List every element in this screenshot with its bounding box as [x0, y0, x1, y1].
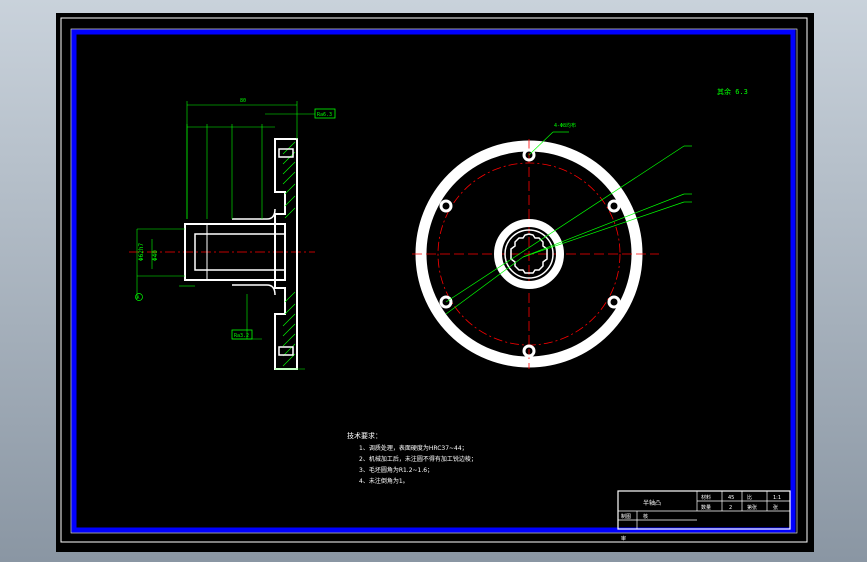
title-bottom-label: 审: [621, 535, 626, 542]
title-qty-label: 数量: [701, 504, 711, 511]
roughness-note: 其余 6.3: [717, 87, 748, 96]
fillet-top: [266, 208, 276, 220]
bolt-hole-left-upper: [439, 199, 453, 213]
dimension-lines: [136, 101, 315, 370]
title-block: 半轴凸 材料 45 比 1:1 数量 2 第张 张 制图 核 审: [617, 490, 791, 542]
technical-requirements: 技术要求： 1、调质处理，表面硬度为HRC37~44； 2、机械加工后，未注圆不…: [347, 431, 477, 485]
datum-letter: A: [137, 295, 140, 300]
bolt-hole-right-upper: [607, 199, 621, 213]
hole-callout: 4-Φ8均布: [554, 122, 576, 129]
outer-frame: [60, 17, 808, 543]
cad-drawing-viewport[interactable]: Ra6.3 Ra3.2 80 Φ62h7 Φ40 A 4-Φ8均布 其余 6.3…: [56, 13, 814, 552]
title-scale-value: 1:1: [773, 495, 781, 501]
title-drawn-label: 制图: [621, 513, 631, 520]
bolt-hole-right-lower: [607, 295, 621, 309]
tech-req-item-4: 4、未注倒角为1。: [359, 477, 409, 485]
title-sheet-label: 第张: [747, 504, 757, 511]
bore-diameter-dim: Φ40: [152, 250, 159, 261]
title-sheet-value: 张: [773, 504, 778, 511]
title-material-label: 材料: [701, 494, 711, 501]
overall-length-dim: 80: [240, 98, 246, 104]
title-scale-label: 比: [747, 494, 752, 501]
title-qty-value: 2: [729, 505, 732, 511]
tech-req-item-3: 3、毛坯圆角为R1.2~1.6；: [359, 466, 433, 474]
title-part-name: 半轴凸: [643, 499, 661, 507]
cad-drawing-canvas: Ra6.3 Ra3.2 80 Φ62h7 Φ40 A 4-Φ8均布 其余 6.3…: [60, 17, 808, 543]
title-material-value: 45: [728, 495, 734, 501]
section-view: Ra6.3 Ra3.2 80 Φ62h7 Φ40 A: [129, 98, 336, 370]
roughness-tag-bottom-label: Ra3.2: [234, 333, 249, 339]
roughness-tag-top-label: Ra6.3: [317, 112, 332, 118]
title-check-label: 核: [643, 513, 648, 520]
hub-outer-diameter-dim: Φ62h7: [138, 243, 145, 261]
tech-req-item-1: 1、调质处理，表面硬度为HRC37~44；: [359, 444, 468, 452]
fillet-bottom: [266, 284, 276, 296]
tech-req-item-2: 2、机械加工后，未注圆不得有加工锐边棱；: [359, 455, 477, 463]
front-view: 4-Φ8均布: [412, 122, 692, 369]
tech-req-title: 技术要求：: [347, 431, 382, 440]
